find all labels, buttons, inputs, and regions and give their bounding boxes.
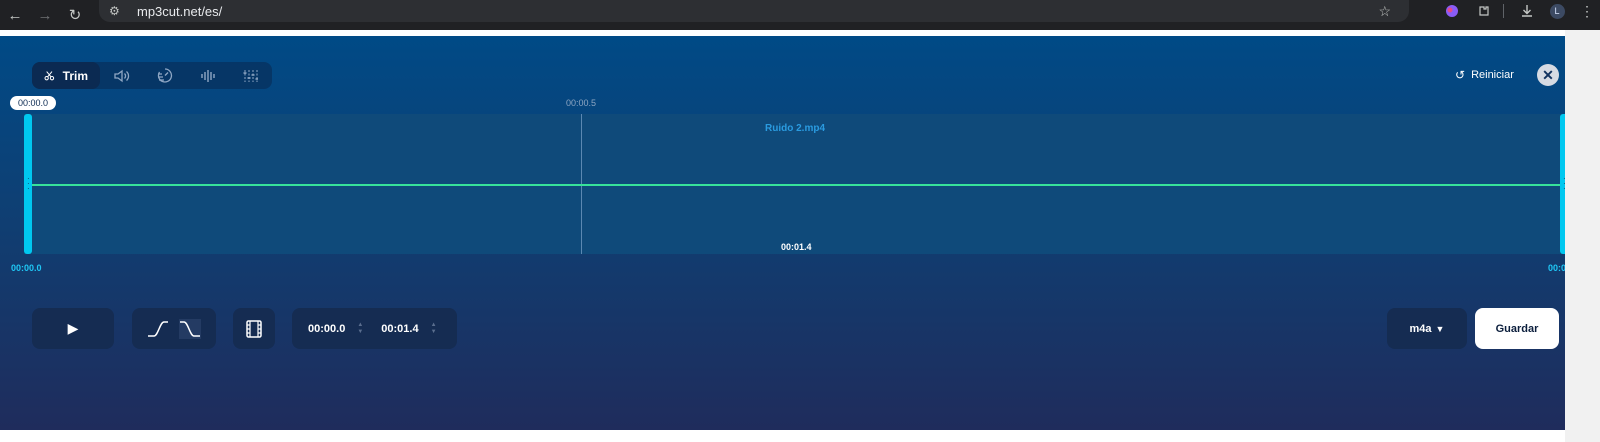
trim-start-handle[interactable]: · · · xyxy=(24,114,32,254)
tab-trim[interactable]: Trim xyxy=(32,62,100,89)
undo-icon: ↺ xyxy=(1455,68,1466,82)
close-button[interactable]: ✕ xyxy=(1537,64,1559,86)
forward-icon[interactable]: → xyxy=(30,0,60,30)
menu-icon[interactable]: ⋮ xyxy=(1578,0,1596,22)
toolbar-divider xyxy=(1503,4,1504,18)
extension-icon[interactable] xyxy=(1440,0,1464,22)
scrollbar-track[interactable] xyxy=(1565,30,1600,442)
profile-icon[interactable]: L xyxy=(1545,0,1569,22)
tool-tabs: Trim xyxy=(32,62,272,89)
chevron-down-icon: ▼ xyxy=(1435,323,1445,334)
tab-equalizer[interactable] xyxy=(186,62,229,89)
fade-controls xyxy=(132,308,216,349)
volume-icon xyxy=(113,69,129,82)
start-time-stepper[interactable]: ▲ ▼ xyxy=(357,322,363,336)
start-time-input[interactable]: 00:00.0 xyxy=(308,323,345,335)
browser-toolbar: ← → ↻ ⚙ mp3cut.net/es/ ☆ L ⋮ xyxy=(0,0,1600,30)
tab-volume[interactable] xyxy=(100,62,143,89)
play-icon: ▶ xyxy=(67,320,79,336)
fade-out-icon[interactable] xyxy=(179,318,201,339)
start-time-bubble: 00:00.0 xyxy=(10,96,56,110)
star-icon[interactable]: ☆ xyxy=(1378,3,1391,20)
save-button[interactable]: Guardar xyxy=(1475,308,1559,349)
extensions-icon[interactable] xyxy=(1472,0,1496,22)
tab-trim-label: Trim xyxy=(62,68,88,83)
url-text[interactable]: mp3cut.net/es/ xyxy=(137,4,222,19)
audio-level-line xyxy=(30,184,1562,186)
site-settings-icon[interactable]: ⚙ xyxy=(109,4,129,18)
speed-icon xyxy=(157,68,172,83)
cursor-time: 00:00.5 xyxy=(566,98,597,108)
reset-button[interactable]: ↺ Reiniciar xyxy=(1455,68,1514,82)
back-icon[interactable]: ← xyxy=(0,0,30,30)
close-icon: ✕ xyxy=(1542,66,1554,83)
scissors-icon xyxy=(44,71,55,81)
film-button[interactable] xyxy=(233,308,275,349)
page: Trim ↺ Reiniciar ✕ 00:00.5 Ruido 2.mp4 0… xyxy=(0,30,1600,442)
sliders-icon xyxy=(243,69,258,82)
fade-in-icon[interactable] xyxy=(147,319,169,339)
selection-duration: 00:01.4 xyxy=(781,242,812,252)
play-button[interactable]: ▶ xyxy=(32,308,114,349)
format-value: m4a xyxy=(1409,322,1432,335)
tab-sliders[interactable] xyxy=(229,62,272,89)
time-inputs: 00:00.0 ▲ ▼ 00:01.4 ▲ ▼ xyxy=(292,308,457,349)
grip-icon: ··· xyxy=(27,174,30,193)
format-dropdown[interactable]: m4a ▼ xyxy=(1387,308,1467,349)
equalizer-icon xyxy=(201,69,215,82)
film-icon xyxy=(246,319,262,338)
address-bar[interactable]: ⚙ mp3cut.net/es/ ☆ xyxy=(99,0,1409,22)
start-time-label: 00:00.0 xyxy=(11,263,42,273)
file-name: Ruido 2.mp4 xyxy=(765,123,826,134)
end-time-stepper[interactable]: ▲ ▼ xyxy=(431,322,437,336)
download-icon[interactable] xyxy=(1515,0,1539,22)
end-time-input[interactable]: 00:01.4 xyxy=(381,323,418,335)
reset-label: Reiniciar xyxy=(1471,69,1514,81)
reload-icon[interactable]: ↻ xyxy=(60,0,90,30)
tab-speed[interactable] xyxy=(143,62,186,89)
editor-panel: Trim ↺ Reiniciar ✕ 00:00.5 Ruido 2.mp4 0… xyxy=(0,36,1579,430)
